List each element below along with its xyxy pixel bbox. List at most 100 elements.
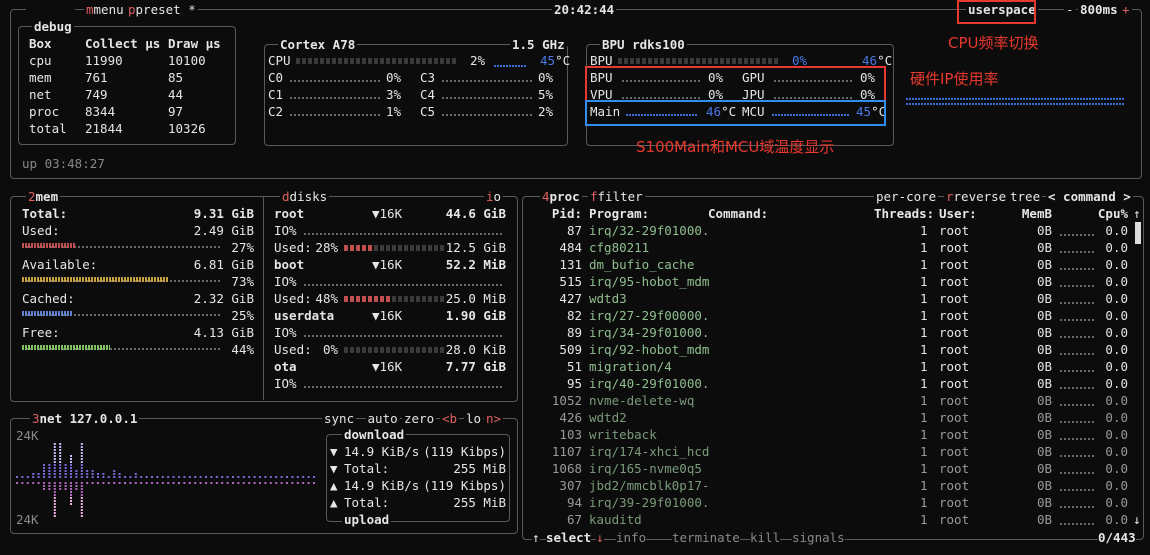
disk-io-bar <box>304 335 504 337</box>
net-stat-value: 255 MiB <box>453 461 506 476</box>
proc-user: root <box>939 257 970 272</box>
proc-threads: 1 <box>920 257 928 272</box>
interval-minus-button[interactable]: - <box>1064 2 1076 17</box>
signals-button[interactable]: signals <box>792 530 845 545</box>
proc-cpu-graph <box>1060 455 1094 457</box>
cortex-title: Cortex A78 <box>278 37 358 52</box>
core-bar <box>442 114 534 116</box>
disk-size: 1.90 GiB <box>445 308 506 323</box>
proc-sort[interactable]: < command > <box>1046 189 1133 204</box>
disk-io-speed: ▼16K <box>372 308 403 323</box>
disks-tab[interactable]: ddisks <box>280 189 330 204</box>
annotation-temp: S100Main和MCU域温度显示 <box>636 138 835 156</box>
proc-cpu: 0.0 <box>1105 444 1128 459</box>
mem-used-fill <box>22 243 76 248</box>
proc-cpu: 0.0 <box>1105 359 1128 374</box>
proc-mem: 0B <box>1036 274 1052 289</box>
scroll-up-icon[interactable]: ↑ <box>1133 206 1141 221</box>
net-sync[interactable]: sync <box>322 411 357 426</box>
proc-cpu: 0.0 <box>1105 308 1128 323</box>
proc-program: irq/32-29f01000. <box>589 223 710 238</box>
mem-avail-fill <box>22 277 168 282</box>
disk-size: 52.2 MiB <box>445 257 506 272</box>
terminate-button[interactable]: terminate <box>672 530 740 545</box>
ip-pct: 0% <box>860 70 876 85</box>
disk-used-fill <box>344 245 372 251</box>
net-prev[interactable]: <b <box>440 411 460 426</box>
proc-pid: 94 <box>566 495 582 510</box>
proc-threads: 1 <box>920 478 928 493</box>
disk-used-label: Used: <box>274 240 320 255</box>
debug-cell: 749 <box>85 87 108 102</box>
select-button[interactable]: select <box>546 530 592 545</box>
proc-threads: 1 <box>920 512 928 527</box>
disk-name: boot <box>274 257 305 272</box>
disk-used: 12.5 GiB <box>445 240 506 255</box>
net-zero[interactable]: zero <box>402 411 437 426</box>
preset-button[interactable]: ppreset * <box>126 2 198 17</box>
proc-per-core[interactable]: per-core <box>874 189 939 204</box>
proc-program: cfg80211 <box>589 240 650 255</box>
annotation-ip: 硬件IP使用率 <box>910 70 999 88</box>
proc-reverse[interactable]: rreverse <box>944 189 1009 204</box>
disk-size: 44.6 GiB <box>445 206 506 221</box>
net-next[interactable]: n> <box>484 411 504 426</box>
proc-mem: 0B <box>1036 427 1052 442</box>
proc-cpu: 0.0 <box>1105 376 1128 391</box>
debug-cell: 761 <box>85 70 108 85</box>
menu-button[interactable]: mmenu <box>84 2 126 17</box>
select-down-icon[interactable]: ↓ <box>596 530 604 545</box>
disk-io-speed: ▼16K <box>372 359 403 374</box>
core-label: C2 <box>268 104 284 119</box>
proc-tree[interactable]: tree <box>1008 189 1043 204</box>
proc-mem: 0B <box>1036 495 1052 510</box>
core-pct: 0% <box>386 70 402 85</box>
proc-user: root <box>939 512 970 527</box>
io-tab[interactable]: io <box>484 189 504 204</box>
select-up-icon[interactable]: ↑ <box>532 530 540 545</box>
proc-program: wdtd3 <box>589 291 627 306</box>
proc-scrollbar[interactable] <box>1135 222 1141 244</box>
core-label: C1 <box>268 87 284 102</box>
net-tab[interactable]: 3net 127.0.0.1 <box>30 411 140 426</box>
disk-used-label: Used: <box>274 342 320 357</box>
proc-cpu: 0.0 <box>1105 427 1128 442</box>
debug-cell: 44 <box>168 87 184 102</box>
disk-size: 7.77 GiB <box>445 359 506 374</box>
disk-used: 25.0 MiB <box>445 291 506 306</box>
proc-cpu: 0.0 <box>1105 223 1128 238</box>
proc-cpu: 0.0 <box>1105 240 1128 255</box>
core-label: C4 <box>420 87 436 102</box>
mem-tab[interactable]: 2mem <box>26 189 61 204</box>
proc-program: irq/39-29f01000. <box>589 495 710 510</box>
proc-program: irq/95-hobot_mdm <box>589 274 710 289</box>
net-auto[interactable]: aauto <box>366 411 400 426</box>
info-button[interactable]: info <box>616 530 647 545</box>
debug-header: Collect μs <box>85 36 161 51</box>
mem-value: 2.32 GiB <box>193 291 254 306</box>
mem-divider <box>263 197 264 400</box>
proc-pid: 95 <box>566 376 582 391</box>
proc-head-cpu: Cpu% <box>1097 206 1128 221</box>
bpu-title: BPU rdks100 <box>600 37 687 52</box>
proc-filter[interactable]: ffilter <box>588 189 645 204</box>
proc-head-command: Command: <box>708 206 769 221</box>
proc-tab[interactable]: 4proc <box>540 189 582 204</box>
core-bar <box>290 97 382 99</box>
proc-threads: 1 <box>920 240 928 255</box>
net-stat-label: 14.9 KiB/s <box>344 444 420 459</box>
mem-value: 2.49 GiB <box>193 223 254 238</box>
scroll-down-icon[interactable]: ↓ <box>1133 512 1141 527</box>
proc-user: root <box>939 461 970 476</box>
proc-pid: 426 <box>559 410 582 425</box>
kill-button[interactable]: kill <box>750 530 781 545</box>
cpu-total-bar <box>296 58 456 64</box>
cpu-graph <box>494 65 526 67</box>
net-download-label: download <box>342 427 407 442</box>
cpu-total-label: CPU <box>268 53 291 68</box>
proc-head-user: User: <box>939 206 977 221</box>
proc-cpu-graph <box>1060 268 1094 270</box>
interval-plus-button[interactable]: + <box>1120 2 1132 17</box>
proc-user: root <box>939 240 970 255</box>
disk-io-label: IO% <box>274 376 297 391</box>
